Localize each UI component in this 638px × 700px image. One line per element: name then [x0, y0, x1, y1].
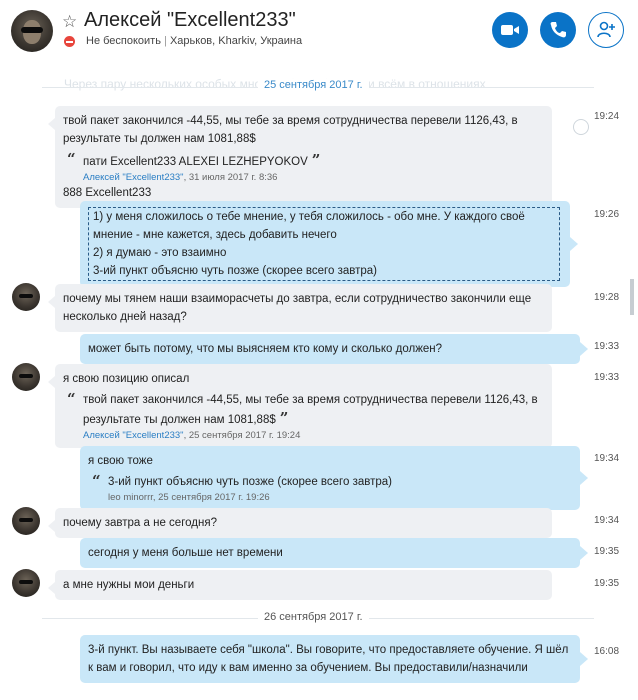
message-text: я свою тоже [88, 455, 153, 467]
message-text-after: 888 Excellent233 [63, 187, 152, 199]
quoted-message: “ 3-ий пункт объясню чуть позже (скорее … [88, 473, 570, 504]
sender-avatar[interactable] [12, 507, 40, 535]
star-icon[interactable]: ☆ [62, 12, 77, 32]
message-text: твой пакет закончился -44,55, мы тебе за… [63, 115, 518, 145]
quoted-message: “ твой пакет закончился -44,55, мы тебе … [67, 390, 538, 441]
message-incoming[interactable]: почему мы тянем наши взаиморасчеты до за… [48, 284, 552, 332]
add-people-button[interactable] [588, 12, 624, 48]
globe-icon [573, 119, 589, 135]
video-call-icon [501, 25, 519, 35]
message-outgoing[interactable]: я свою тоже “ 3-ий пункт объясню чуть по… [80, 446, 588, 510]
quote-open-icon: “ [92, 472, 101, 490]
message-time: 19:26 [594, 209, 620, 220]
message-text: я свою позицию описал [63, 373, 190, 385]
audio-call-button[interactable] [540, 12, 576, 48]
sender-avatar[interactable] [12, 283, 40, 311]
message-time: 19:34 [594, 453, 620, 464]
quote-author[interactable]: Алексей "Excellent233" [83, 430, 184, 441]
message-time: 19:35 [594, 578, 620, 589]
message-incoming[interactable]: почему завтра а не сегодня? [48, 508, 552, 538]
chat-header: ☆ Алексей "Excellent233" Не беспокоить |… [0, 0, 638, 62]
quote-open-icon: “ [67, 150, 76, 168]
selected-text: 1) у меня сложилось о тебе мнение, у теб… [88, 207, 560, 281]
message-time: 16:08 [594, 646, 620, 657]
message-time: 19:24 [594, 111, 620, 122]
message-outgoing[interactable]: 3-й пункт. Вы называете себя "школа". Вы… [80, 635, 588, 683]
audio-call-icon [550, 22, 566, 38]
quote-meta: leo minorrr, 25 сентября 2017 г. 19:26 [108, 492, 270, 503]
message-time: 19:34 [594, 515, 620, 526]
sender-avatar[interactable] [12, 569, 40, 597]
scrollbar-thumb[interactable] [630, 279, 634, 315]
quoted-message: “ пати Excellent233 ALEXEI LEZHEPYOKOV” … [67, 150, 321, 183]
message-text: может быть потому, что мы выясняем кто к… [88, 343, 443, 355]
sender-avatar[interactable] [12, 363, 40, 391]
message-text: 3-й пункт. Вы называете себя "школа". Вы… [88, 644, 569, 674]
contact-avatar[interactable] [11, 10, 53, 52]
message-text: почему мы тянем наши взаиморасчеты до за… [63, 293, 532, 323]
message-incoming[interactable]: а мне нужны мои деньги [48, 570, 552, 600]
quote-author[interactable]: Алексей "Excellent233" [83, 172, 184, 183]
message-text: сегодня у меня больше нет времени [88, 547, 283, 559]
quote-close-icon: ” [311, 151, 321, 169]
message-incoming[interactable]: твой пакет закончился -44,55, мы тебе за… [48, 106, 552, 208]
message-incoming[interactable]: я свою позицию описал “ твой пакет закон… [48, 364, 552, 448]
add-people-icon [597, 21, 615, 38]
date-label: 26 сентября 2017 г. [258, 611, 369, 623]
contact-status: Не беспокоить | Харьков, Kharkiv, Украин… [86, 35, 303, 47]
quote-open-icon: “ [67, 390, 76, 408]
contact-location: Харьков, Kharkiv, Украина [169, 35, 303, 47]
message-text: почему завтра а не сегодня? [63, 517, 217, 529]
message-list[interactable]: Через пару нескольких особых много тебе … [0, 62, 638, 700]
message-outgoing[interactable]: может быть потому, что мы выясняем кто к… [80, 334, 588, 364]
date-label: 25 сентября 2017 г. [258, 79, 369, 91]
quote-close-icon: ” [279, 409, 289, 427]
message-time: 19:35 [594, 546, 620, 557]
message-time: 19:28 [594, 292, 620, 303]
video-call-button[interactable] [492, 12, 528, 48]
message-time: 19:33 [594, 372, 620, 383]
message-time: 19:33 [594, 341, 620, 352]
message-outgoing[interactable]: 1) у меня сложилось о тебе мнение, у теб… [80, 201, 578, 287]
message-text: а мне нужны мои деньги [63, 579, 195, 591]
message-outgoing[interactable]: сегодня у меня больше нет времени [80, 538, 588, 568]
do-not-disturb-icon [64, 36, 75, 47]
contact-name[interactable]: Алексей "Excellent233" [84, 9, 296, 32]
